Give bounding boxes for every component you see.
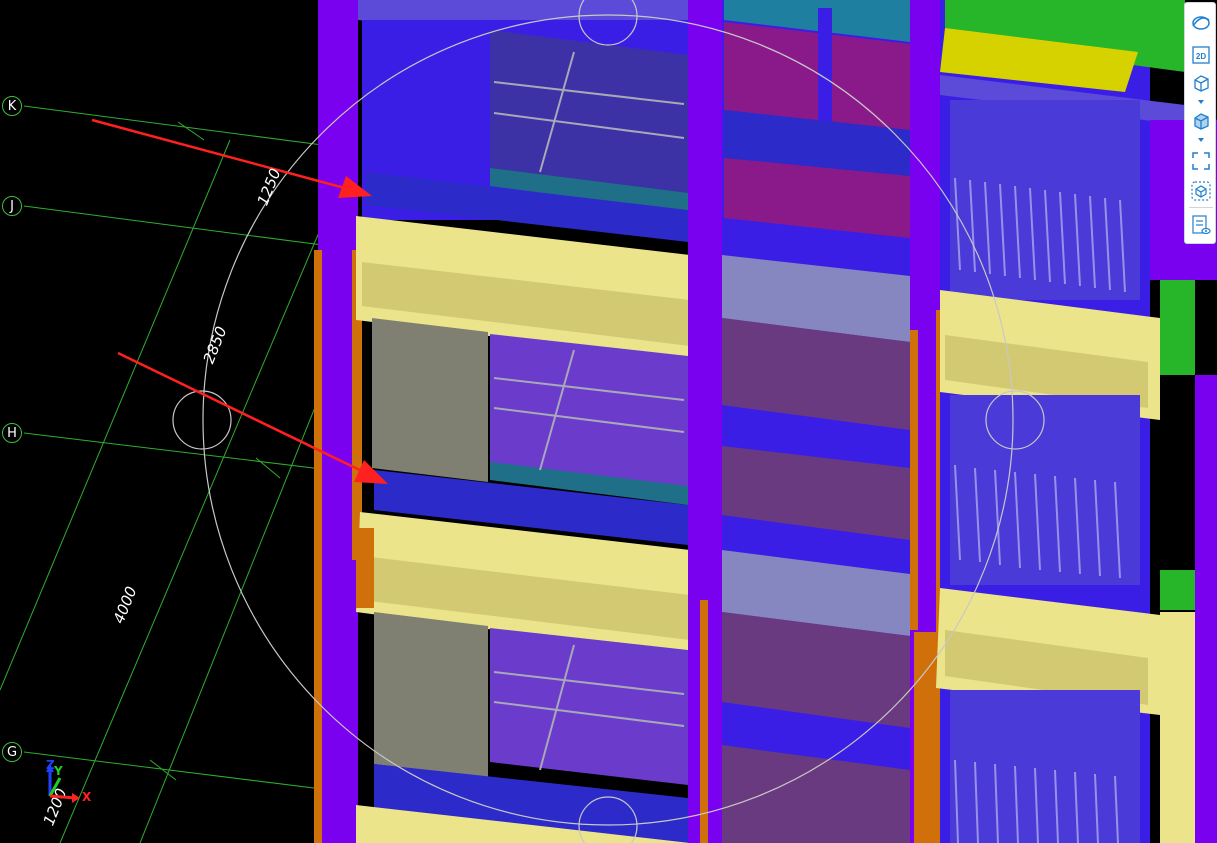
fullscreen-button[interactable]: [1189, 149, 1213, 173]
triad-y-label: Y: [54, 764, 63, 778]
building-model: [314, 0, 1217, 843]
cube-solid-icon: [1194, 113, 1209, 130]
model-scene: [0, 0, 1217, 843]
svg-text:2D: 2D: [1196, 52, 1206, 61]
grid-lines: [0, 105, 331, 843]
view-toolbar: 2D: [1184, 2, 1216, 244]
view-cube-button[interactable]: [1189, 179, 1213, 203]
toolbar-divider: [1189, 207, 1213, 208]
grid-axis-h[interactable]: H: [2, 423, 22, 443]
grid-axis-j[interactable]: J: [2, 196, 22, 216]
triad-x-label: X: [82, 790, 92, 804]
cube-in-box-icon: [1191, 181, 1211, 201]
view-2d-button[interactable]: 2D: [1189, 43, 1213, 67]
list-eye-icon: [1192, 215, 1211, 235]
properties-view-button[interactable]: [1189, 213, 1213, 237]
grid-axis-g[interactable]: G: [2, 742, 22, 762]
orbit-button[interactable]: [1189, 11, 1213, 35]
chevron-down-icon[interactable]: [1195, 98, 1207, 106]
grid-axis-k[interactable]: K: [2, 96, 22, 116]
chevron-down-icon[interactable]: [1195, 136, 1207, 144]
3d-viewport[interactable]: K J H G 1250 2850 4000 1200 Z Y X 2D: [0, 0, 1217, 843]
orbit-icon: [1192, 16, 1210, 30]
axis-triad: Z Y X: [40, 758, 100, 818]
view-3d-wireframe-button[interactable]: [1189, 71, 1213, 95]
fullscreen-icon: [1192, 152, 1210, 170]
cube-outline-icon: [1194, 75, 1209, 92]
view-3d-solid-button[interactable]: [1189, 109, 1213, 133]
view-2d-icon: 2D: [1192, 46, 1210, 64]
